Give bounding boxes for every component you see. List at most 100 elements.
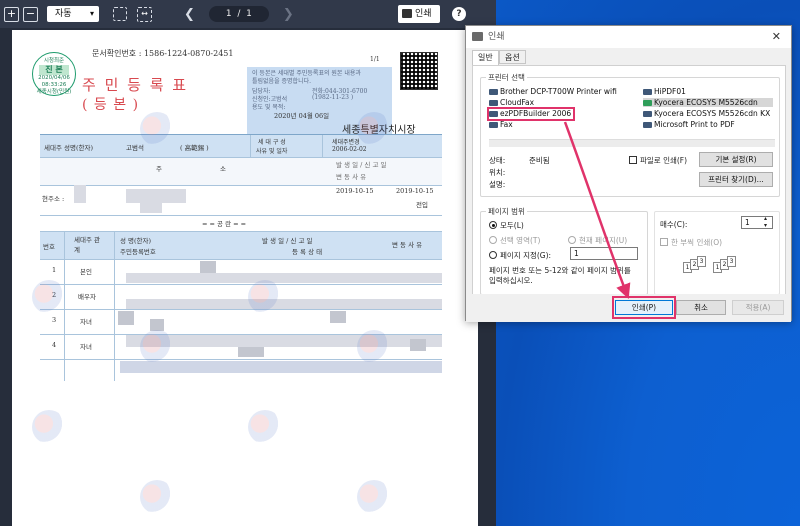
col-status: 등 록 상 태 xyxy=(292,248,323,256)
printer-item[interactable]: HiPDF01 xyxy=(643,87,686,96)
document-page: 문서확인번호 : 1586-1224-0870-2451 1/1 시청최준 진 … xyxy=(12,30,478,526)
range-hint: 입력하십시오. xyxy=(489,276,533,285)
find-printer-button[interactable]: 프린터 찾기(D)... xyxy=(699,172,773,187)
default-check-icon xyxy=(643,100,652,106)
range-current-radio[interactable] xyxy=(568,236,576,244)
cancel-button[interactable]: 취소 xyxy=(676,300,726,315)
date-header: 발 생 일 / 신 고 일 xyxy=(336,161,387,169)
location-label: 위치: xyxy=(489,168,506,177)
pdf-viewer: + − 자동 ▾ ↔ ❮ 1 / 1 ❯ 인쇄 ? 문서확인번호 : 1586-1… xyxy=(0,0,496,526)
print-to-file-checkbox[interactable] xyxy=(629,156,637,164)
help-icon[interactable]: ? xyxy=(452,7,466,21)
status-value: 준비됨 xyxy=(529,156,550,165)
range-pages-input[interactable]: 1 xyxy=(570,247,638,260)
general-tab-panel: 프린터 선택 Brother DCP-T700W Printer wifi Cl… xyxy=(472,65,786,313)
fit-width-icon[interactable]: ↔ xyxy=(137,6,152,22)
range-current-label: 현재 페이지(U) xyxy=(579,236,628,245)
head-name: 고범석 xyxy=(126,144,144,152)
status-label: 상태: xyxy=(489,156,506,165)
range-all-label: 모두(L) xyxy=(500,221,524,230)
col-relation: 세대주 관계 xyxy=(74,236,100,254)
printer-icon xyxy=(489,100,498,106)
printer-icon xyxy=(643,111,652,117)
watermark-emblem xyxy=(248,410,282,444)
range-pages-radio[interactable] xyxy=(489,251,497,259)
redacted xyxy=(238,347,264,357)
col-name: 성 명(한자) xyxy=(120,237,152,245)
printer-icon xyxy=(402,9,412,18)
tab-general[interactable]: 일반 xyxy=(472,50,499,66)
member-relation: 자녀 xyxy=(80,318,92,326)
redacted xyxy=(140,203,162,213)
viewer-print-button[interactable]: 인쇄 xyxy=(398,5,440,23)
spinner-down-icon[interactable]: ▾ xyxy=(764,222,767,229)
printer-item[interactable]: Microsoft Print to PDF xyxy=(643,120,735,129)
page-indicator[interactable]: 1 / 1 xyxy=(208,6,269,22)
printer-item-default[interactable]: Kyocera ECOSYS M5526cdn xyxy=(643,98,773,107)
current-addr-label: 현주소 : xyxy=(42,195,65,203)
zoom-select[interactable]: 자동 ▾ xyxy=(47,6,99,22)
page-current[interactable]: 1 xyxy=(226,9,232,19)
redacted xyxy=(120,361,442,373)
watermark-emblem xyxy=(140,480,174,514)
doc-subtitle: ( 등 본 ) xyxy=(82,97,140,113)
fit-page-icon[interactable] xyxy=(113,7,127,21)
spinner-up-icon[interactable]: ▴ xyxy=(764,215,767,222)
member-relation: 배우자 xyxy=(78,293,96,301)
print-dialog: 인쇄 ✕ 일반 옵션 프린터 선택 Brother DCP-T700W Prin… xyxy=(465,25,792,322)
zoom-value: 자동 xyxy=(55,9,72,19)
fax-icon xyxy=(489,122,498,128)
seal-line: 진 본 xyxy=(39,65,69,75)
apply-button[interactable]: 적용(A) xyxy=(732,300,784,315)
printer-icon xyxy=(643,89,652,95)
zoom-out-button[interactable]: − xyxy=(23,6,38,22)
watermark-emblem xyxy=(357,112,391,146)
household-reason: 사유 및 일자 xyxy=(256,148,288,155)
dialog-titlebar: 인쇄 ✕ xyxy=(466,26,791,48)
household-change: 세대주변경 xyxy=(332,139,360,146)
zoom-in-button[interactable]: + xyxy=(4,6,19,22)
prev-page-icon[interactable]: ❮ xyxy=(184,7,195,22)
printer-item[interactable]: CloudFax xyxy=(489,98,534,107)
addr-date: 2019-10-15 xyxy=(336,187,374,195)
tab-options[interactable]: 옵션 xyxy=(499,50,526,64)
cert-text: 틀림없음을 증명합니다. xyxy=(252,78,312,85)
range-all-radio[interactable] xyxy=(489,221,497,229)
redacted xyxy=(118,311,134,325)
page-total: 1 xyxy=(246,9,252,19)
redacted xyxy=(330,311,346,323)
col-no: 번호 xyxy=(43,243,55,251)
close-icon[interactable]: ✕ xyxy=(772,26,781,48)
register-table: 세대주 성명(한자) 고범석 ( 高範錫 ) 세 대 구 성 사유 및 일자 세… xyxy=(40,134,442,526)
addr-header: 소 xyxy=(220,165,226,173)
issue-date: 2020년 04월 06일 xyxy=(274,112,330,120)
copies-input[interactable]: 1 xyxy=(741,216,773,229)
collate-illustration: 123 xyxy=(683,256,709,274)
printer-item[interactable]: Kyocera ECOSYS M5526cdn KX xyxy=(643,109,770,118)
group-label: 페이지 범위 xyxy=(486,206,527,217)
preferences-button[interactable]: 기본 설정(R) xyxy=(699,152,773,167)
group-label: 프린터 선택 xyxy=(486,72,527,83)
next-page-icon[interactable]: ❯ xyxy=(283,7,294,22)
redacted xyxy=(410,339,426,351)
dialog-title: 인쇄 xyxy=(488,32,505,42)
printer-name: Kyocera ECOSYS M5526cdn xyxy=(654,98,758,107)
printer-item[interactable]: Fax xyxy=(489,120,513,129)
dialog-footer: 인쇄(P) 취소 적용(A) xyxy=(466,294,791,322)
watermark-emblem xyxy=(32,410,66,444)
printer-list-scrollbar[interactable] xyxy=(489,139,775,147)
printer-item[interactable]: Brother DCP-T700W Printer wifi xyxy=(489,87,617,96)
page-sep: / xyxy=(237,9,241,19)
printer-name: Kyocera ECOSYS M5526cdn KX xyxy=(654,109,771,118)
watermark-emblem xyxy=(140,330,174,364)
page-number: 1/1 xyxy=(370,56,380,63)
printer-name: Brother DCP-T700W Printer wifi xyxy=(500,87,617,96)
printer-icon xyxy=(489,89,498,95)
printer-name: CloudFax xyxy=(500,98,535,107)
household-change: 2006-02-02 xyxy=(332,146,367,153)
household-reason: 세 대 구 성 xyxy=(258,139,286,146)
collate-checkbox[interactable] xyxy=(660,238,668,246)
watermark-emblem xyxy=(32,280,66,314)
range-selection-radio[interactable] xyxy=(489,236,497,244)
printer-icon xyxy=(472,32,483,41)
